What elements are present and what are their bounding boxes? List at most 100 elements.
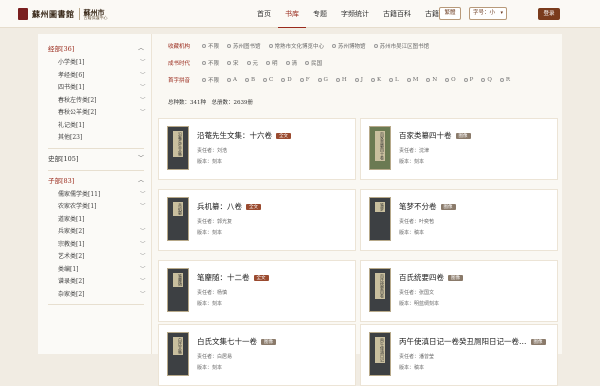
filter-option[interactable]: 苏州图书馆 — [227, 42, 261, 50]
sidebar-subcategory[interactable]: 艺术类[2] ﹀ — [58, 252, 146, 262]
book-title[interactable]: 百氏统要四卷 图像 — [399, 272, 463, 283]
filter-option[interactable]: C — [263, 77, 273, 83]
sidebar-category[interactable]: 子部[83] ︿ — [48, 174, 144, 188]
book-card[interactable]: 兵机纂 兵机纂：八卷 全文 责任者：郭光复 版本：刻本 — [158, 189, 356, 251]
sidebar-subcategory[interactable]: 宗教类[1] ﹀ — [58, 240, 146, 250]
book-title[interactable]: 笔梦不分卷 图像 — [399, 201, 456, 212]
book-cover[interactable]: 百氏统要四卷 — [369, 268, 391, 312]
chevron-up-icon[interactable]: ︿ — [138, 174, 144, 188]
filter-option-label: D — [287, 77, 292, 83]
nav-item-4[interactable]: 古籍百科 — [376, 0, 418, 28]
filter-option[interactable]: 苏州市吴江区图书馆 — [373, 42, 429, 50]
book-card[interactable]: 百家类纂四十卷 百家类纂四十卷 图像 责任者：沈津 版本：刻本 — [360, 118, 558, 180]
sidebar-subcategory[interactable]: 谱录类[2] ﹀ — [58, 277, 146, 287]
chevron-down-icon[interactable]: ﹀ — [140, 202, 146, 212]
filter-option[interactable]: G — [317, 77, 328, 83]
sidebar-subcategory[interactable]: 杂家类[2] ﹀ — [58, 290, 146, 300]
book-title[interactable]: 百家类纂四十卷 图像 — [399, 130, 471, 141]
sidebar-subcategory[interactable]: 其他[23] — [58, 133, 82, 143]
nav-item-3[interactable]: 字频统计 — [334, 0, 376, 28]
filter-option[interactable]: Q — [481, 77, 492, 83]
filter-option[interactable]: L — [389, 77, 399, 83]
sidebar-subcategory[interactable]: 类编[1] ﹀ — [58, 265, 146, 275]
chevron-down-icon[interactable]: ﹀ — [140, 108, 146, 118]
sidebar-category[interactable]: 经部[36] ︿ — [48, 42, 144, 56]
book-title[interactable]: 沿菴先生文集：十六卷 全文 — [197, 130, 291, 141]
chevron-down-icon[interactable]: ﹀ — [140, 252, 146, 262]
filter-option[interactable]: K — [370, 77, 381, 83]
filter-option[interactable]: O — [445, 77, 456, 83]
book-cover[interactable]: 沿菴先生文集 — [167, 126, 189, 170]
book-cover[interactable]: 白氏文集 — [167, 332, 189, 376]
book-card[interactable]: 笔梦 笔梦不分卷 图像 责任者：叶奕苞 版本：稿本 — [360, 189, 558, 251]
chevron-down-icon[interactable]: ﹀ — [140, 277, 146, 287]
nav-item-1[interactable]: 书库 — [278, 0, 306, 28]
book-card[interactable]: 沿菴先生文集 沿菴先生文集：十六卷 全文 责任者：刘浩 版本：刻本 — [158, 118, 356, 180]
chevron-down-icon[interactable]: ﹀ — [140, 83, 146, 93]
sidebar-subcategory[interactable]: 兵家类[2] ﹀ — [58, 227, 146, 237]
nav-item-0[interactable]: 首页 — [250, 0, 278, 28]
sidebar-category[interactable]: 史部[105] ﹀ — [48, 152, 144, 166]
sidebar-subcategory[interactable]: 孝经类[6] ﹀ — [58, 71, 146, 81]
sidebar-subcategory[interactable]: 道家类[1] — [58, 215, 85, 225]
book-card[interactable]: 百氏统要四卷 百氏统要四卷 图像 责任者：张国文 版本：明蓝绸刻本 — [360, 260, 558, 322]
book-cover-label: 沿菴先生文集 — [173, 131, 183, 157]
traditional-chinese-button[interactable]: 繁體 — [439, 7, 461, 20]
book-card[interactable]: 丙午使滇日记 丙午使滇日记一卷癸丑厕阳日记一卷… 图像 责任者：潘曾莹 版本：稿本 — [360, 324, 558, 386]
filter-option[interactable]: F — [299, 77, 310, 83]
filter-option[interactable]: 不限 — [202, 76, 219, 84]
chevron-down-icon[interactable]: ﹀ — [138, 152, 144, 166]
filter-option[interactable]: 不限 — [202, 59, 219, 67]
book-edition: 版本：刻本 — [197, 159, 223, 165]
filter-option[interactable]: R — [499, 77, 510, 83]
book-card[interactable]: 笔麈随 笔麈随：十二卷 全文 责任者：杨慎 版本：刻本 — [158, 260, 356, 322]
book-cover[interactable]: 丙午使滇日记 — [369, 332, 391, 376]
subcategory-label: 其他[23] — [58, 134, 83, 141]
filter-option[interactable]: H — [335, 77, 347, 83]
filter-option[interactable]: B — [245, 77, 255, 83]
filter-option[interactable]: 民国 — [305, 59, 322, 67]
radio-icon — [370, 78, 375, 82]
sidebar-subcategory[interactable]: 春秋公羊类[2] ﹀ — [58, 108, 146, 118]
filter-option[interactable]: N — [426, 77, 437, 83]
chevron-down-icon[interactable]: ﹀ — [140, 58, 146, 68]
filter-option[interactable]: P — [463, 77, 473, 83]
filter-option[interactable]: 清 — [285, 59, 297, 67]
chevron-down-icon[interactable]: ﹀ — [140, 290, 146, 300]
filter-option[interactable]: 苏州博物馆 — [332, 42, 366, 50]
chevron-down-icon[interactable]: ﹀ — [140, 71, 146, 81]
book-title[interactable]: 兵机纂：八卷 全文 — [197, 201, 261, 212]
filter-option[interactable]: 明 — [266, 59, 278, 67]
book-type-badge: 全文 — [276, 132, 291, 139]
font-size-select[interactable]: 字号：小 ▾ — [469, 7, 507, 20]
filter-option[interactable]: M — [406, 77, 418, 83]
book-cover[interactable]: 笔麈随 — [167, 268, 189, 312]
sidebar-subcategory[interactable]: 春秋左传类[2] ﹀ — [58, 96, 146, 106]
filter-option[interactable]: 常熟市文化博览中心 — [268, 42, 324, 50]
sidebar-subcategory[interactable]: 农家农学类[1] ﹀ — [58, 202, 146, 212]
sidebar-subcategory[interactable]: 四书类[1] ﹀ — [58, 83, 146, 93]
book-cover[interactable]: 笔梦 — [369, 197, 391, 241]
nav-item-2[interactable]: 专题 — [306, 0, 334, 28]
filter-option[interactable]: 不限 — [202, 42, 219, 50]
sidebar-subcategory[interactable]: 礼记类[1] — [58, 121, 85, 131]
book-cover[interactable]: 百家类纂四十卷 — [369, 126, 391, 170]
chevron-down-icon[interactable]: ﹀ — [140, 240, 146, 250]
chevron-down-icon[interactable]: ﹀ — [140, 227, 146, 237]
sidebar-subcategory[interactable]: 儒家儒学类[11] ﹀ — [58, 190, 146, 200]
chevron-down-icon[interactable]: ﹀ — [140, 96, 146, 106]
chevron-down-icon[interactable]: ﹀ — [140, 265, 146, 275]
filter-option[interactable]: J — [354, 77, 363, 83]
chevron-up-icon[interactable]: ︿ — [138, 42, 144, 56]
filter-option[interactable]: D — [281, 77, 292, 83]
login-button[interactable]: 登录 — [538, 8, 560, 20]
filter-option[interactable]: 元 — [246, 59, 258, 67]
filter-option[interactable]: A — [227, 77, 237, 83]
chevron-down-icon[interactable]: ﹀ — [140, 190, 146, 200]
site-logo[interactable]: 蘇州圖書館 蘇州市 古籍保護中心 — [18, 6, 138, 22]
filter-option[interactable]: 宋 — [227, 59, 239, 67]
book-title[interactable]: 笔麈随：十二卷 全文 — [197, 272, 269, 283]
book-cover[interactable]: 兵机纂 — [167, 197, 189, 241]
book-card[interactable]: 白氏文集 白氏文集七十一卷 图像 责任者：白居易 版本：刻本 — [158, 324, 356, 386]
sidebar-subcategory[interactable]: 小学类[1] ﹀ — [58, 58, 146, 68]
